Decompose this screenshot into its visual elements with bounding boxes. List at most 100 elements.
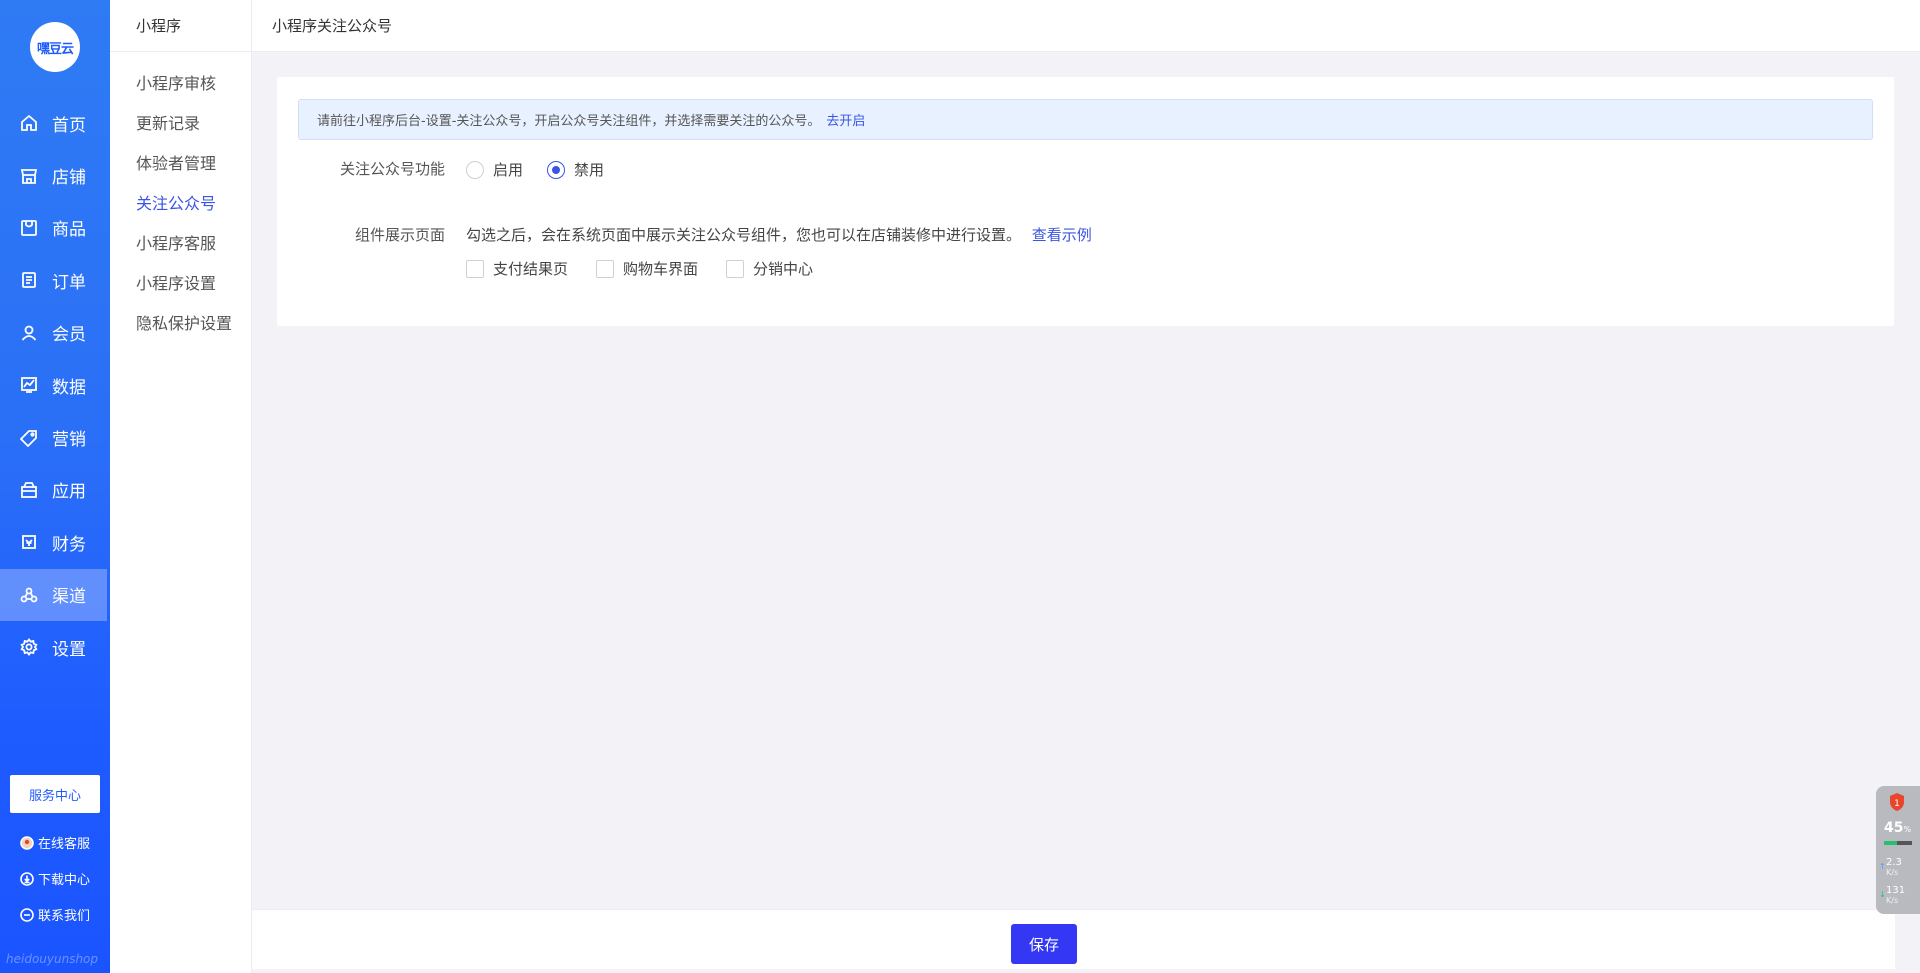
follow-function-label: 关注公众号功能 [339,160,445,178]
download-speed-unit: K/s [1886,896,1899,905]
cpu-percent-value: 45 [1884,820,1904,836]
shield-icon: 1 [1890,793,1904,811]
upload-speed-value: 2.3 [1886,857,1902,868]
secondary-menu-title: 小程序 [110,0,251,52]
radio-enable-circle[interactable] [466,160,484,179]
checkbox-cart-label: 购物车界面 [623,260,699,278]
submenu-item-settings[interactable]: 小程序设置 [110,264,251,304]
nav-item-label: 数据 [52,377,86,398]
secondary-menu-list: 小程序审核 更新记录 体验者管理 关注公众号 小程序客服 小程序设置 隐私保护设… [110,52,251,344]
nav-item-channel[interactable]: 渠道 [0,568,107,621]
checkbox-distribution-center-label: 分销中心 [753,260,814,278]
nav-item-order[interactable]: 订单 [0,254,110,306]
display-description-text: 勾选之后，会在系统页面中展示关注公众号组件，您也可以在店铺装修中进行设置。 [466,226,1022,244]
nav-item-goods[interactable]: 商品 [0,202,110,254]
nav-item-label: 店铺 [52,168,86,189]
brand-logo-text: 嘿豆云 [36,41,74,57]
online-service-label: 在线客服 [38,837,91,852]
nav-item-label: 营销 [52,430,86,451]
checkbox-distribution-center-box[interactable] [726,259,744,278]
settings-card: 请前往小程序后台-设置-关注公众号，开启公众号关注组件，并选择需要关注的公众号。… [277,77,1894,326]
main-sidebar: 嘿豆云 首页 店铺 商品 订单 会员 数据 营销 应用 财务 渠道 设置 服务中… [0,0,110,973]
submenu-item-review[interactable]: 小程序审核 [110,64,251,104]
breadcrumb: 小程序关注公众号 [272,17,393,35]
radio-enable-label: 启用 [493,161,524,179]
store-icon [20,167,38,185]
download-icon [20,871,34,886]
chart-icon [20,376,38,394]
checkbox-cart-box[interactable] [596,259,614,278]
download-center-link[interactable]: 下载中心 [20,869,90,888]
nav-item-marketing[interactable]: 营销 [0,411,110,463]
nav-item-finance[interactable]: 财务 [0,516,110,568]
contact-us-label: 联系我们 [38,909,91,924]
nav-item-label: 首页 [52,115,86,136]
cpu-usage-fill [1884,841,1897,845]
bottom-action-bar: 保存 [252,909,1895,969]
order-icon [20,271,38,289]
radio-disable-circle[interactable] [547,160,565,179]
go-enable-link[interactable]: 去开启 [826,110,865,129]
nav-item-label: 会员 [52,325,86,346]
radio-disable[interactable]: 禁用 [547,159,604,180]
finance-icon [20,533,38,551]
system-monitor-widget[interactable]: 1 45% ↑ 2.3 K/s ↓ 131 K/s [1876,786,1920,914]
checkbox-payment-result-box[interactable] [466,259,484,278]
info-notice: 请前往小程序后台-设置-关注公众号，开启公众号关注组件，并选择需要关注的公众号。… [298,99,1873,140]
brand-logo[interactable]: 嘿豆云 [30,22,80,72]
cpu-percent-unit: % [1903,825,1912,834]
nav-item-apps[interactable]: 应用 [0,464,110,516]
nav-item-settings[interactable]: 设置 [0,621,110,673]
goods-icon [20,219,38,237]
display-pages-label: 组件展示页面 [354,226,445,244]
upload-speed-unit: K/s [1886,868,1899,877]
download-speed-value: 131 [1886,885,1906,896]
notice-text: 请前往小程序后台-设置-关注公众号，开启公众号关注组件，并选择需要关注的公众号。 [317,114,821,129]
nav-item-member[interactable]: 会员 [0,307,110,359]
submenu-item-customer-service[interactable]: 小程序客服 [110,224,251,264]
secondary-menu: 小程序 小程序审核 更新记录 体验者管理 关注公众号 小程序客服 小程序设置 隐… [110,0,252,973]
chat-icon [20,907,34,922]
gear-icon [20,638,38,657]
cpu-percent: 45% [1884,820,1911,836]
download-arrow-icon: ↓ [1879,890,1886,899]
service-center-button[interactable]: 服务中心 [10,775,100,813]
checkbox-payment-result-label: 支付结果页 [493,260,569,278]
online-service-link[interactable]: 在线客服 [20,833,90,852]
tag-icon [20,429,38,447]
submenu-item-follow-official-account[interactable]: 关注公众号 [110,184,251,224]
cpu-usage-bar [1884,841,1912,845]
brand-footer-text: heidouyunshop [6,952,99,966]
nav-item-home[interactable]: 首页 [0,97,110,149]
nav-item-data[interactable]: 数据 [0,359,110,411]
checkbox-distribution-center[interactable]: 分销中心 [726,258,813,279]
upload-speed: 2.3 K/s [1886,858,1902,878]
radio-enable[interactable]: 启用 [466,159,523,180]
submenu-item-update-log[interactable]: 更新记录 [110,104,251,144]
nav-item-label: 渠道 [52,587,86,608]
save-button[interactable]: 保存 [1011,924,1077,964]
display-pages-description: 勾选之后，会在系统页面中展示关注公众号组件，您也可以在店铺装修中进行设置。 查看… [466,224,1092,245]
download-speed: 131 K/s [1886,886,1905,906]
contact-us-link[interactable]: 联系我们 [20,905,90,924]
app-box-icon [20,481,38,499]
avatar-icon [20,835,34,850]
main-nav: 首页 店铺 商品 订单 会员 数据 营销 应用 财务 渠道 设置 [0,97,110,673]
submenu-item-privacy[interactable]: 隐私保护设置 [110,304,251,344]
channel-icon [20,586,38,604]
download-center-label: 下载中心 [38,873,91,888]
nav-item-label: 商品 [52,220,86,241]
nav-item-store[interactable]: 店铺 [0,149,110,201]
submenu-item-testers[interactable]: 体验者管理 [110,144,251,184]
page-header: 小程序关注公众号 [252,0,1920,52]
checkbox-payment-result[interactable]: 支付结果页 [466,258,568,279]
nav-item-label: 应用 [52,482,86,503]
upload-arrow-icon: ↑ [1879,862,1886,871]
nav-item-label: 财务 [52,534,86,555]
view-example-link[interactable]: 查看示例 [1032,226,1092,244]
radio-disable-label: 禁用 [574,161,605,179]
nav-item-label: 设置 [52,639,86,660]
member-icon [20,324,38,342]
home-icon [20,114,38,132]
checkbox-cart[interactable]: 购物车界面 [596,258,698,279]
